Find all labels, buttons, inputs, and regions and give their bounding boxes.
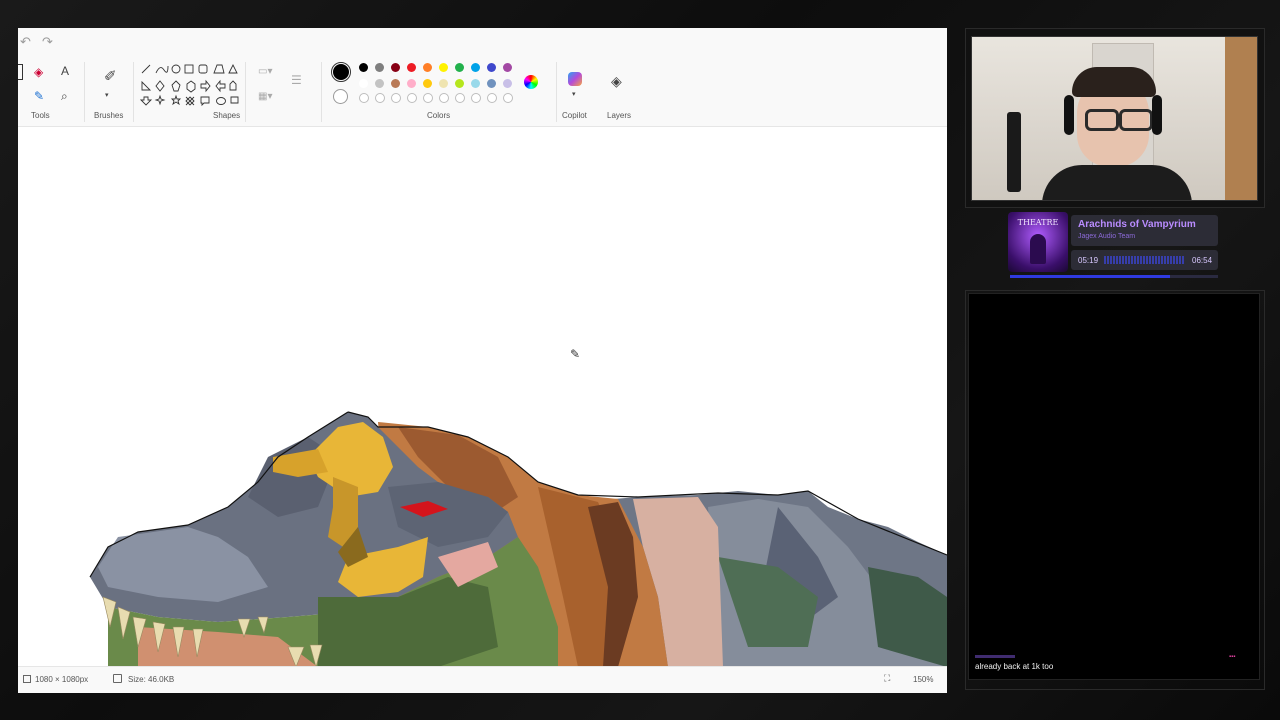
empty-color-slot[interactable] xyxy=(375,93,385,103)
color-swatch[interactable] xyxy=(375,63,384,72)
status-bar: 1080 × 1080px Size: 46.0KB ⛶ 150% xyxy=(18,666,947,693)
brushes-chevron-down-icon[interactable]: ▾ xyxy=(105,90,109,102)
empty-color-slot[interactable] xyxy=(359,93,369,103)
color-swatch[interactable] xyxy=(487,79,496,88)
drawing-canvas[interactable]: ✎ xyxy=(18,127,947,667)
empty-color-slot[interactable] xyxy=(487,93,497,103)
empty-color-slot[interactable] xyxy=(471,93,481,103)
track-progress-fill xyxy=(1010,275,1171,278)
fill-icon[interactable]: ◈ xyxy=(34,66,43,78)
empty-color-slot[interactable] xyxy=(503,93,513,103)
copilot-icon[interactable] xyxy=(568,72,582,86)
shapes-label: Shapes xyxy=(213,111,241,120)
album-art: THEATRE xyxy=(1008,212,1068,272)
color-swatch[interactable] xyxy=(423,79,432,88)
copilot-label: Copilot xyxy=(562,111,587,120)
zoom-level[interactable]: 150% xyxy=(913,675,933,684)
active-color[interactable] xyxy=(331,62,351,82)
file-size-icon xyxy=(113,674,122,683)
elapsed-time: 05:19 xyxy=(1078,256,1099,265)
empty-color-slot[interactable] xyxy=(391,93,401,103)
shape-fill-icon[interactable]: ▦▾ xyxy=(258,91,272,103)
shapes-gallery-icons xyxy=(139,63,239,107)
track-progress-bar xyxy=(1010,275,1218,278)
redo-icon[interactable]: ↷ xyxy=(42,34,53,50)
undo-icon[interactable]: ↶ xyxy=(20,34,31,50)
colors-label: Colors xyxy=(427,111,451,120)
color-swatch[interactable] xyxy=(439,79,448,88)
track-title: Arachnids of Vampyrium xyxy=(1078,219,1196,230)
edit-colors-icon[interactable] xyxy=(524,75,538,89)
layers-icon[interactable]: ◈ xyxy=(611,74,622,88)
color-swatch[interactable] xyxy=(439,63,448,72)
chat-message: already back at 1k too xyxy=(975,662,1054,671)
paint-toolbar: ↶ ↷ ◈ A ✎ ⌕ Tools ✐ ▾ Brushes ▭▾ ▦▾ ☰ Sh… xyxy=(18,28,947,127)
color-swatch[interactable] xyxy=(391,79,400,88)
magnifier-icon[interactable]: ⌕ xyxy=(61,90,68,102)
track-duration: 06:54 xyxy=(1192,256,1213,265)
track-artist: Jagex Audio Team xyxy=(1078,233,1136,240)
color-swatch[interactable] xyxy=(407,79,416,88)
color-swatch[interactable] xyxy=(471,63,480,72)
shapes-gallery[interactable] xyxy=(139,62,240,110)
color-swatch[interactable] xyxy=(471,79,480,88)
pencil-cursor-icon: ✎ xyxy=(570,347,581,361)
fit-to-window-icon[interactable]: ⛶ xyxy=(884,673,890,684)
canvas-size-icon xyxy=(23,675,31,683)
chat-username xyxy=(975,655,1015,658)
waveform xyxy=(1104,256,1184,264)
selection-tool-icon[interactable] xyxy=(18,64,23,80)
chat-panel: ▪▪▪ already back at 1k too xyxy=(968,293,1260,680)
color-swatch[interactable] xyxy=(391,63,400,72)
copilot-chevron-down-icon[interactable]: ▾ xyxy=(572,89,576,101)
brushes-label: Brushes xyxy=(94,111,124,120)
color-swatch[interactable] xyxy=(503,79,512,88)
paint-window: ↶ ↷ ◈ A ✎ ⌕ Tools ✐ ▾ Brushes ▭▾ ▦▾ ☰ Sh… xyxy=(18,28,947,693)
brush-icon[interactable]: ✐ xyxy=(104,69,117,84)
color-swatch[interactable] xyxy=(455,79,464,88)
album-art-text: THEATRE xyxy=(1017,218,1059,227)
empty-color-slot[interactable] xyxy=(455,93,465,103)
color-swatch[interactable] xyxy=(423,63,432,72)
color-swatch[interactable] xyxy=(407,63,416,72)
color-swatch[interactable] xyxy=(503,63,512,72)
outline-icon[interactable]: ▭▾ xyxy=(258,66,272,78)
tools-label: Tools xyxy=(31,111,50,120)
color-swatch[interactable] xyxy=(375,79,384,88)
color-swatch[interactable] xyxy=(455,63,464,72)
color-swatch[interactable] xyxy=(359,63,368,72)
color-palette xyxy=(359,63,519,103)
canvas-size-text: 1080 × 1080px xyxy=(35,675,89,684)
color-swatch[interactable] xyxy=(487,63,496,72)
size-icon[interactable]: ☰ xyxy=(291,74,302,86)
empty-color-slot[interactable] xyxy=(407,93,417,103)
now-playing-widget: THEATRE Arachnids of Vampyrium Jagex Aud… xyxy=(1008,212,1220,282)
chat-badges: ▪▪▪ xyxy=(1229,654,1236,660)
crocodile-drawing xyxy=(89,411,947,667)
file-size-text: Size: 46.0KB xyxy=(128,675,175,684)
webcam-feed xyxy=(971,36,1258,201)
empty-color-slot[interactable] xyxy=(423,93,433,103)
layers-label: Layers xyxy=(607,111,632,120)
secondary-color[interactable] xyxy=(333,89,348,104)
color-swatch[interactable] xyxy=(359,79,368,88)
text-tool-icon[interactable]: A xyxy=(61,65,69,77)
color-picker-icon[interactable]: ✎ xyxy=(34,90,44,102)
empty-color-slot[interactable] xyxy=(439,93,449,103)
